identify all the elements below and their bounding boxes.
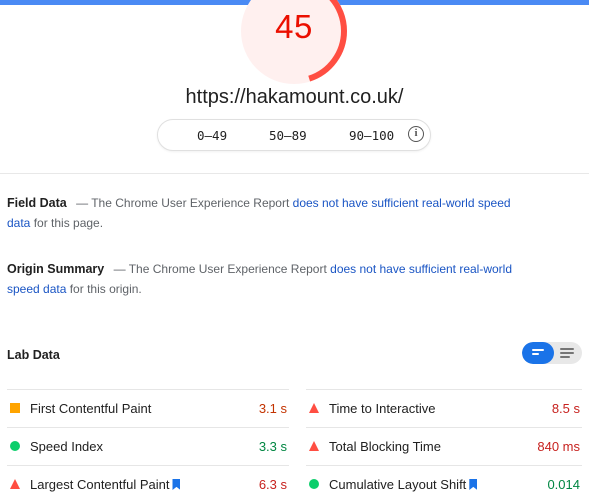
origin-summary-section: Origin Summary — The Chrome User Experie… — [7, 259, 537, 299]
field-data-suffix: for this page. — [30, 216, 104, 230]
average-indicator-icon — [10, 403, 20, 413]
origin-summary-title: Origin Summary — [7, 262, 105, 276]
metric-label-wrap: Cumulative Layout Shift — [329, 477, 478, 492]
average-swatch — [248, 134, 262, 138]
page-url: https://hakamount.co.uk/ — [185, 86, 404, 108]
lab-data-title: Lab Data — [7, 348, 60, 362]
bookmark-icon[interactable] — [469, 479, 478, 490]
fail-swatch — [175, 134, 189, 138]
origin-summary-prefix: — The Chrome User Experience Report — [113, 262, 331, 276]
origin-summary-suffix: for this origin. — [66, 282, 142, 296]
metric-time-to-interactive: Time to Interactive 8.5 s — [306, 389, 582, 427]
view-toggle[interactable] — [522, 342, 582, 364]
field-data-prefix: — The Chrome User Experience Report — [76, 196, 293, 210]
metric-total-blocking-time: Total Blocking Time 840 ms — [306, 427, 582, 465]
metric-value: 840 ms — [537, 439, 580, 454]
metric-value: 0.014 — [547, 477, 580, 492]
metric-label: First Contentful Paint — [30, 401, 152, 416]
pass-indicator-icon — [10, 441, 20, 451]
pass-swatch — [328, 134, 342, 138]
info-icon[interactable]: i — [408, 126, 424, 142]
fail-indicator-icon — [10, 479, 20, 489]
metric-label: Largest Contentful Paint — [30, 477, 170, 492]
fail-indicator-icon — [309, 403, 319, 413]
score-legend: 0–49 50–89 90–100 i — [157, 119, 431, 151]
legend-pass-label: 90–100 — [349, 128, 395, 143]
compact-lines-icon — [532, 349, 544, 357]
legend-average-label: 50–89 — [269, 128, 307, 143]
metric-label: Time to Interactive — [329, 401, 436, 416]
field-data-title: Field Data — [7, 196, 67, 210]
field-data-section: Field Data — The Chrome User Experience … — [7, 193, 537, 233]
divider — [0, 173, 589, 174]
metric-largest-contentful-paint: Largest Contentful Paint 6.3 s — [7, 465, 289, 503]
compact-view-button[interactable] — [522, 342, 554, 364]
metric-label: Cumulative Layout Shift — [329, 477, 467, 492]
metric-value: 6.3 s — [258, 477, 287, 492]
metric-label: Speed Index — [30, 439, 104, 454]
metric-first-contentful-paint: First Contentful Paint 3.1 s — [7, 389, 289, 427]
bookmark-icon[interactable] — [172, 479, 181, 490]
metric-label: Total Blocking Time — [329, 439, 441, 454]
legend-fail-label: 0–49 — [197, 128, 228, 143]
metric-value: 8.5 s — [551, 401, 580, 416]
expanded-lines-icon — [560, 348, 574, 360]
pass-indicator-icon — [309, 479, 319, 489]
metric-value: 3.1 s — [258, 401, 287, 416]
performance-score: 45 — [275, 8, 313, 45]
fail-indicator-icon — [309, 441, 319, 451]
expanded-view-button[interactable] — [554, 342, 582, 364]
metric-value: 3.3 s — [258, 439, 287, 454]
metric-label-wrap: Largest Contentful Paint — [30, 477, 181, 492]
metric-speed-index: Speed Index 3.3 s — [7, 427, 289, 465]
metric-cumulative-layout-shift: Cumulative Layout Shift 0.014 — [306, 465, 582, 503]
